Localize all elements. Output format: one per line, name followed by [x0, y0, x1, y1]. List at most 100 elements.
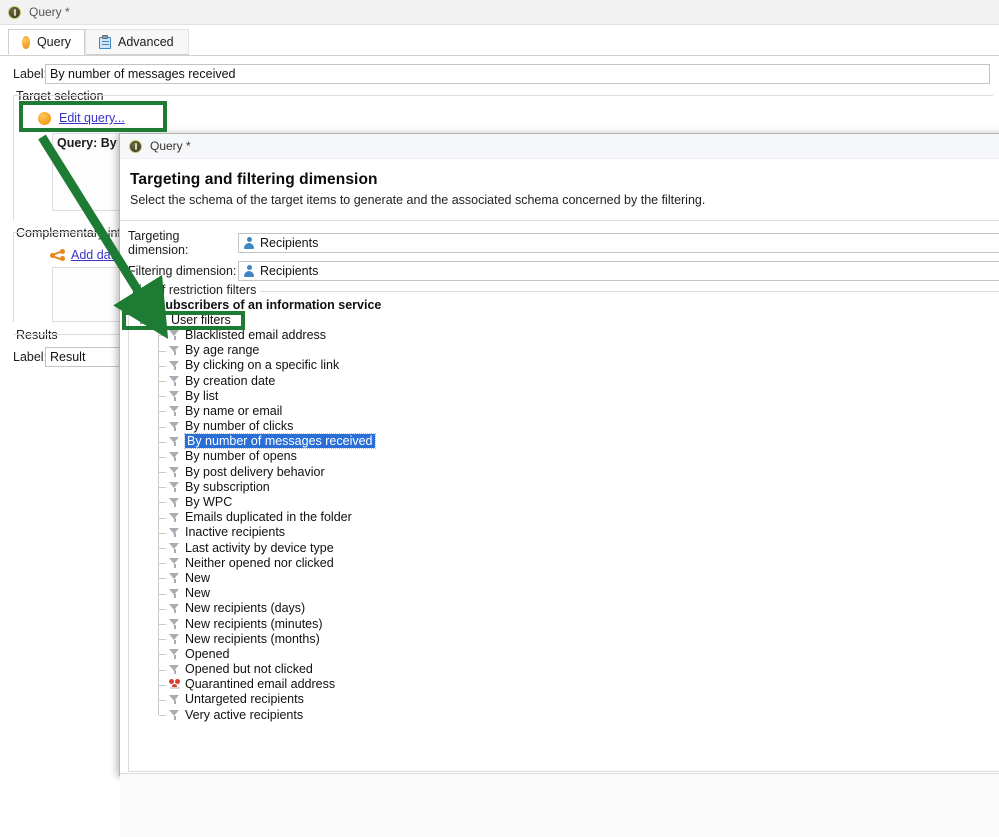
- tree-item-label: New: [185, 571, 210, 585]
- label-field-row: Label: By number of messages received: [13, 64, 993, 84]
- tree-item[interactable]: Blacklisted email address: [129, 327, 999, 342]
- funnel-icon: [169, 451, 180, 462]
- label-input[interactable]: By number of messages received: [45, 64, 990, 84]
- funnel-icon: [169, 481, 180, 492]
- tree-item[interactable]: By WPC: [129, 494, 999, 509]
- funnel-icon: [169, 497, 180, 508]
- tree-item-label: By post delivery behavior: [185, 465, 325, 479]
- funnel-icon: [169, 588, 180, 599]
- tree-node-root[interactable]: Subscribers of an information service: [129, 297, 999, 312]
- query-dark-circle-icon: [129, 140, 142, 153]
- tree-item-label: New recipients (days): [185, 601, 305, 615]
- tree-guide-tick: [159, 472, 166, 473]
- dialog-header: Targeting and filtering dimension Select…: [120, 159, 999, 221]
- funnel-icon: [169, 436, 180, 447]
- complementary-group-title: Complementary info: [13, 226, 131, 240]
- person-orange-icon: [144, 298, 154, 310]
- tree-item[interactable]: Inactive recipients: [129, 525, 999, 540]
- funnel-icon: [169, 633, 180, 644]
- tree-guide-tick: [159, 654, 166, 655]
- tree-item[interactable]: By subscription: [129, 479, 999, 494]
- tree-item[interactable]: Opened: [129, 646, 999, 661]
- funnel-icon: [169, 405, 180, 416]
- tree-item-label: Neither opened nor clicked: [185, 556, 334, 570]
- tree-item[interactable]: By post delivery behavior: [129, 464, 999, 479]
- tree-item-label: By number of opens: [185, 449, 297, 463]
- tree-item[interactable]: New: [129, 570, 999, 585]
- tree-item-label: By WPC: [185, 495, 232, 509]
- restriction-filters-tree[interactable]: Subscribers of an information service Us…: [128, 291, 999, 772]
- dialog-subheading: Select the schema of the target items to…: [130, 193, 999, 207]
- funnel-icon: [169, 360, 180, 371]
- results-group-title: Results: [13, 328, 61, 342]
- tree-item-list: Blacklisted email addressBy age rangeBy …: [129, 327, 999, 722]
- dialog-body: Targeting dimension: Recipients Filterin…: [120, 221, 999, 773]
- tree-item[interactable]: By creation date: [129, 373, 999, 388]
- filtering-dimension-row: Filtering dimension: Recipients: [120, 261, 999, 281]
- tree-item[interactable]: Emails duplicated in the folder: [129, 510, 999, 525]
- tree-item-label: By list: [185, 389, 218, 403]
- dialog-heading: Targeting and filtering dimension: [130, 171, 999, 189]
- tree-guide-tick: [159, 487, 166, 488]
- tree-item[interactable]: By clicking on a specific link: [129, 358, 999, 373]
- restriction-filters-group-title: List of restriction filters: [128, 283, 260, 297]
- edit-query-row[interactable]: Edit query...: [38, 111, 125, 125]
- tree-item-label: Emails duplicated in the folder: [185, 510, 352, 524]
- tree-guide-tick: [159, 366, 166, 367]
- tree-item[interactable]: By number of opens: [129, 449, 999, 464]
- tree-item[interactable]: New: [129, 586, 999, 601]
- tree-guide-tick: [159, 715, 166, 716]
- tree-item[interactable]: New recipients (months): [129, 631, 999, 646]
- tree-item[interactable]: Neither opened nor clicked: [129, 555, 999, 570]
- tree-guide-tick: [159, 502, 166, 503]
- tree-guide-tick: [159, 411, 166, 412]
- tree-node-user-filters[interactable]: User filters: [129, 312, 999, 327]
- tree-item[interactable]: By number of clicks: [129, 419, 999, 434]
- tree-item[interactable]: By list: [129, 388, 999, 403]
- tree-item[interactable]: New recipients (minutes): [129, 616, 999, 631]
- edit-query-link[interactable]: Edit query...: [59, 111, 125, 125]
- targeting-dimension-row: Targeting dimension: Recipients: [120, 229, 999, 257]
- tree-item-label: New recipients (minutes): [185, 617, 323, 631]
- tree-item[interactable]: By age range: [129, 343, 999, 358]
- dialog-footer: [120, 773, 999, 837]
- targeting-dimension-field[interactable]: Recipients: [238, 233, 999, 253]
- person-icon: [244, 237, 254, 249]
- tree-item-label: By name or email: [185, 404, 282, 418]
- target-selection-group-line: [13, 95, 993, 96]
- tree-item[interactable]: By number of messages received: [129, 434, 999, 449]
- clipboard-icon: [99, 35, 111, 49]
- funnel-icon: [169, 512, 180, 523]
- tree-node-user-filters-label: User filters: [171, 313, 231, 327]
- tree-guide-tick: [159, 381, 166, 382]
- funnel-icon: [169, 329, 180, 340]
- tree-item[interactable]: By name or email: [129, 403, 999, 418]
- tab-advanced[interactable]: Advanced: [85, 29, 189, 55]
- tree-item[interactable]: Quarantined email address: [129, 677, 999, 692]
- tree-item-label: Inactive recipients: [185, 525, 285, 539]
- tree-node-root-label: Subscribers of an information service: [157, 298, 381, 312]
- tree-item-label: By creation date: [185, 374, 275, 388]
- targeting-dimension-value: Recipients: [260, 236, 318, 250]
- tree-item-label: New: [185, 586, 210, 600]
- tree-item-label: By age range: [185, 343, 259, 357]
- funnel-icon: [169, 390, 180, 401]
- tree-item[interactable]: Very active recipients: [129, 707, 999, 722]
- tree-item[interactable]: Untargeted recipients: [129, 692, 999, 707]
- window-title: Query *: [29, 5, 70, 19]
- restriction-filters-group: List of restriction filters Subscribers …: [120, 291, 999, 772]
- minus-box-icon[interactable]: [140, 314, 150, 324]
- filtering-dimension-value: Recipients: [260, 264, 318, 278]
- tab-query[interactable]: Query: [8, 29, 85, 55]
- tree-item-label: By number of messages received: [185, 434, 375, 448]
- tree-guide-tick: [159, 685, 166, 686]
- tree-item[interactable]: Opened but not clicked: [129, 662, 999, 677]
- tree-item[interactable]: New recipients (days): [129, 601, 999, 616]
- result-label-caption: Label:: [13, 350, 45, 364]
- window-titlebar: Query *: [0, 0, 999, 24]
- tree-item-label: Blacklisted email address: [185, 328, 326, 342]
- filtering-dimension-field[interactable]: Recipients: [238, 261, 999, 281]
- tree-item-label: Quarantined email address: [185, 677, 335, 691]
- tree-item[interactable]: Last activity by device type: [129, 540, 999, 555]
- tree-guide-line: [158, 707, 159, 715]
